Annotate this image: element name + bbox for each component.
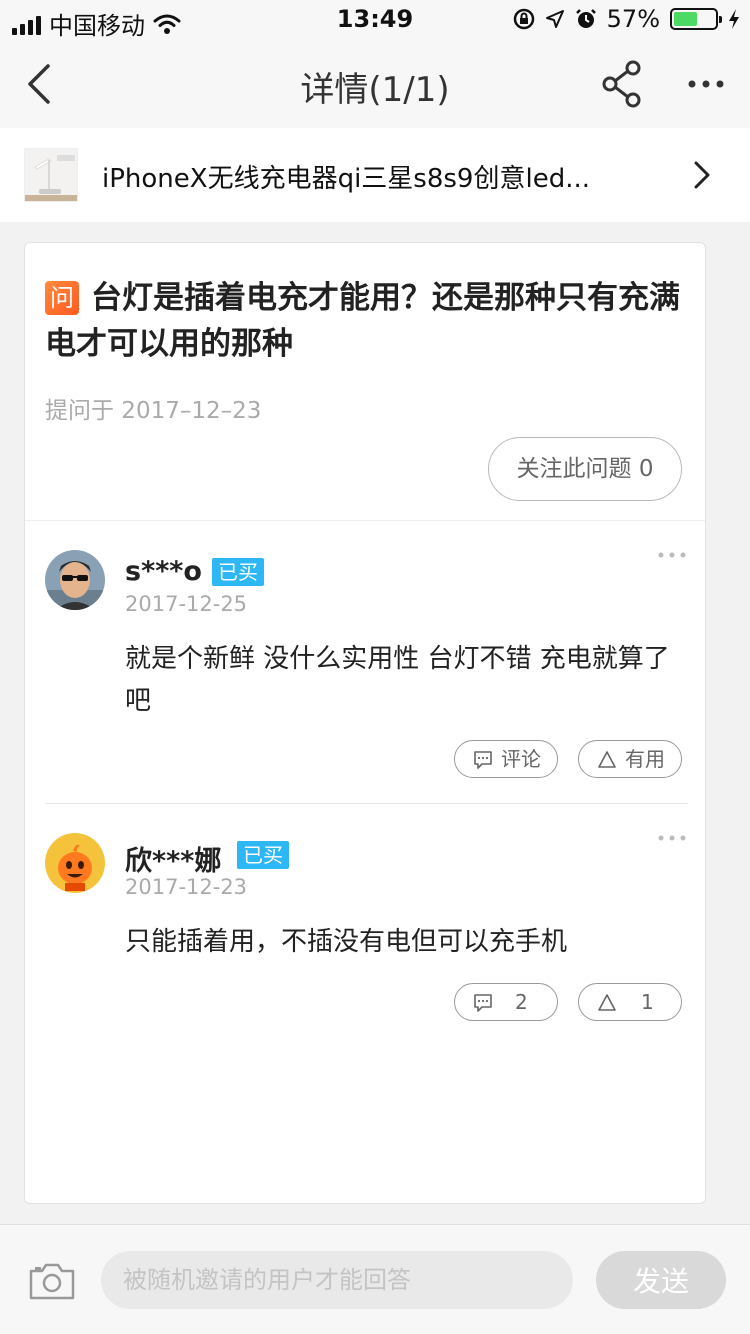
comment-button[interactable]: 2 (454, 983, 558, 1021)
qa-card: 问 台灯是插着电充才能用？还是那种只有充满电才可以用的那种 提问于 2017–1… (24, 242, 706, 1204)
comment-icon (474, 994, 492, 1012)
useful-count: 1 (641, 990, 654, 1014)
avatar[interactable] (45, 550, 105, 610)
question-date: 提问于 2017–12–23 (45, 398, 262, 424)
useful-button[interactable]: 1 (578, 983, 682, 1021)
alarm-icon (575, 9, 596, 28)
answer-username: s***o (125, 556, 202, 587)
purchased-badge: 已买 (212, 558, 264, 586)
avatar[interactable] (45, 833, 105, 893)
divider (45, 803, 688, 804)
useful-button[interactable]: 有用 (578, 740, 682, 778)
comment-button[interactable]: 评论 (454, 740, 558, 778)
comment-label: 评论 (501, 747, 541, 771)
orientation-lock-icon (513, 8, 534, 30)
battery-level-fill (674, 12, 697, 26)
send-button[interactable]: 发送 (596, 1251, 726, 1309)
more-options-icon[interactable] (657, 833, 687, 843)
upvote-triangle-icon (598, 751, 616, 768)
battery-icon (670, 8, 722, 30)
upvote-triangle-icon (598, 994, 616, 1011)
answer-input[interactable] (101, 1251, 573, 1309)
more-options-icon[interactable] (657, 550, 687, 560)
product-thumbnail (24, 148, 78, 202)
status-bar: 中国移动 13:49 57% (0, 0, 750, 40)
comment-count: 2 (515, 990, 528, 1014)
product-name: iPhoneX无线充电器qi三星s8s9创意led... (102, 164, 590, 194)
camera-icon[interactable] (28, 1261, 76, 1301)
comment-icon (474, 751, 492, 769)
useful-label: 有用 (625, 747, 665, 771)
question-text: 台灯是插着电充才能用？还是那种只有充满电才可以用的那种 (45, 280, 680, 362)
follow-question-button[interactable]: 关注此问题 0 (488, 437, 682, 501)
battery-percent: 57% (606, 5, 660, 33)
divider (25, 520, 705, 521)
product-link[interactable]: iPhoneX无线充电器qi三星s8s9创意led... (0, 128, 750, 222)
answer-username: 欣***娜 (125, 846, 222, 877)
location-icon (545, 10, 564, 28)
answer-content: 就是个新鲜 没什么实用性 台灯不错 充电就算了吧 (125, 644, 670, 716)
reply-bar: 发送 (0, 1224, 750, 1334)
answer-content: 只能插着用，不插没有电但可以充手机 (125, 927, 568, 957)
more-icon[interactable] (686, 70, 726, 98)
charging-icon (729, 9, 739, 29)
chevron-right-icon (694, 161, 710, 189)
nav-bar: 详情(1/1) (0, 40, 750, 128)
answer-date: 2017-12-23 (125, 875, 248, 899)
purchased-badge: 已买 (237, 841, 289, 869)
answer-date: 2017-12-25 (125, 592, 248, 616)
share-icon[interactable] (600, 60, 644, 108)
status-right: 57% (513, 5, 740, 33)
